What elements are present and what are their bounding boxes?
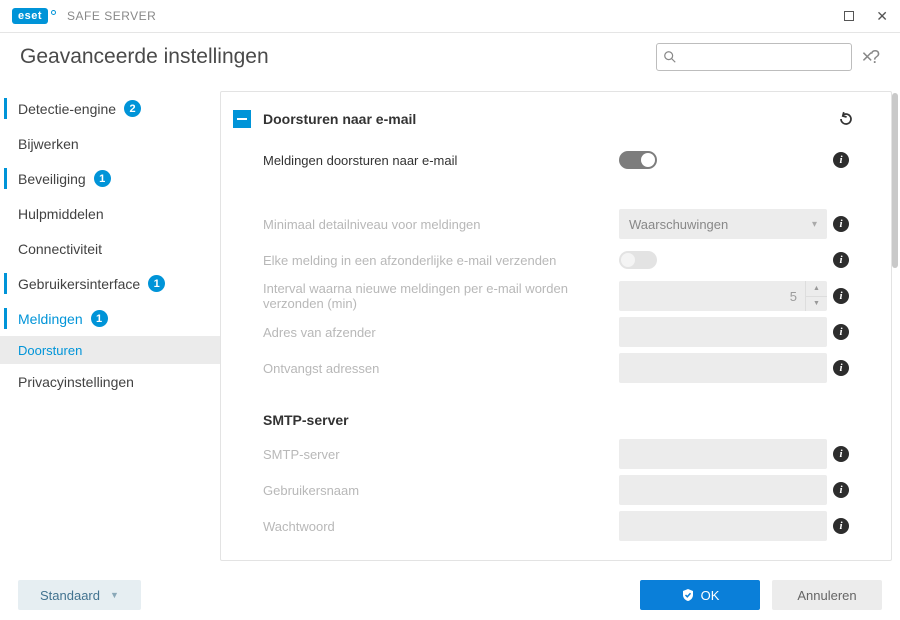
brand-logo: eset SAFE SERVER <box>12 8 156 24</box>
sidebar-item-ui[interactable]: Gebruikersinterface 1 <box>0 266 220 301</box>
setting-label-sender: Adres van afzender <box>263 325 619 340</box>
default-button-label: Standaard <box>40 588 100 603</box>
setting-label-interval: Interval waarna nieuwe meldingen per e-m… <box>263 281 619 311</box>
section-collapse-button[interactable] <box>233 110 251 128</box>
sidebar-item-update[interactable]: Bijwerken <box>0 126 220 161</box>
spinner-down-button[interactable]: ▼ <box>806 297 827 312</box>
spinner-value: 5 <box>619 289 805 304</box>
sidebar: Detectie-engine 2 Bijwerken Beveiliging … <box>0 81 220 571</box>
footer: Standaard ▼ OK Annuleren <box>0 571 900 619</box>
toggle-forward-enable[interactable] <box>619 151 657 169</box>
info-icon[interactable]: i <box>833 288 849 304</box>
chevron-down-icon: ▾ <box>812 219 817 230</box>
input-sender[interactable] <box>619 317 827 347</box>
input-smtp-server[interactable] <box>619 439 827 469</box>
header: Geavanceerde instellingen ✕ ? <box>0 33 900 81</box>
sidebar-badge: 1 <box>94 170 111 187</box>
info-icon[interactable]: i <box>833 360 849 376</box>
info-icon[interactable]: i <box>833 482 849 498</box>
info-icon[interactable]: i <box>833 216 849 232</box>
eset-logo-circle <box>51 10 56 15</box>
product-name: SAFE SERVER <box>67 9 156 23</box>
select-min-verbosity[interactable]: Waarschuwingen ▾ <box>619 209 827 239</box>
chevron-down-icon: ▼ <box>110 590 119 600</box>
smtp-heading: SMTP-server <box>233 412 855 428</box>
input-recipients[interactable] <box>619 353 827 383</box>
sidebar-item-label: Meldingen <box>18 311 83 327</box>
info-icon[interactable]: i <box>833 324 849 340</box>
window-maximize-button[interactable] <box>844 8 854 24</box>
titlebar: eset SAFE SERVER ✕ <box>0 0 900 33</box>
sidebar-item-label: Bijwerken <box>18 136 79 152</box>
search-icon <box>663 50 677 64</box>
sidebar-subitem-forwarding[interactable]: Doorsturen <box>0 336 220 364</box>
search-input[interactable] <box>681 50 857 65</box>
sidebar-item-label: Connectiviteit <box>18 241 102 257</box>
setting-label-smtp-password: Wachtwoord <box>263 519 619 534</box>
maximize-icon <box>844 11 854 21</box>
sidebar-item-label: Hulpmiddelen <box>18 206 104 222</box>
spinner-up-button[interactable]: ▲ <box>806 281 827 297</box>
eset-logo-box: eset <box>12 8 48 24</box>
sidebar-badge: 2 <box>124 100 141 117</box>
default-button[interactable]: Standaard ▼ <box>18 580 141 610</box>
input-smtp-user[interactable] <box>619 475 827 505</box>
minus-icon <box>237 118 247 120</box>
revert-button[interactable] <box>837 110 855 128</box>
sidebar-item-security[interactable]: Beveiliging 1 <box>0 161 220 196</box>
settings-panel: Doorsturen naar e-mail Meldingen doorstu… <box>220 91 892 561</box>
sidebar-item-notifications[interactable]: Meldingen 1 <box>0 301 220 336</box>
info-icon[interactable]: i <box>833 518 849 534</box>
setting-label-separate-email: Elke melding in een afzonderlijke e-mail… <box>263 253 619 268</box>
input-smtp-password[interactable] <box>619 511 827 541</box>
select-value: Waarschuwingen <box>629 217 728 232</box>
cancel-button[interactable]: Annuleren <box>772 580 882 610</box>
toggle-separate-email[interactable] <box>619 251 657 269</box>
sidebar-item-label: Gebruikersinterface <box>18 276 140 292</box>
sidebar-subitem-label: Doorsturen <box>18 343 82 358</box>
info-icon[interactable]: i <box>833 152 849 168</box>
spinner-interval[interactable]: 5 ▲ ▼ <box>619 281 827 311</box>
ok-button[interactable]: OK <box>640 580 760 610</box>
ok-button-label: OK <box>701 588 720 603</box>
sidebar-item-tools[interactable]: Hulpmiddelen <box>0 196 220 231</box>
sidebar-item-label: Beveiliging <box>18 171 86 187</box>
sidebar-item-privacy[interactable]: Privacyinstellingen <box>0 364 220 399</box>
window-close-button[interactable]: ✕ <box>876 11 888 21</box>
sidebar-badge: 1 <box>148 275 165 292</box>
setting-label-smtp-server: SMTP-server <box>263 447 619 462</box>
sidebar-item-label: Privacyinstellingen <box>18 374 134 390</box>
sidebar-item-label: Detectie-engine <box>18 101 116 117</box>
sidebar-item-connectivity[interactable]: Connectiviteit <box>0 231 220 266</box>
sidebar-badge: 1 <box>91 310 108 327</box>
search-box[interactable]: ✕ <box>656 43 852 71</box>
info-icon[interactable]: i <box>833 446 849 462</box>
setting-label-min-verbosity: Minimaal detailniveau voor meldingen <box>263 217 619 232</box>
setting-label-forward-enable: Meldingen doorsturen naar e-mail <box>263 153 619 168</box>
info-icon[interactable]: i <box>833 252 849 268</box>
section-title: Doorsturen naar e-mail <box>263 111 825 127</box>
page-title: Geavanceerde instellingen <box>20 45 644 69</box>
setting-label-smtp-user: Gebruikersnaam <box>263 483 619 498</box>
shield-icon <box>681 588 695 602</box>
scrollbar-thumb[interactable] <box>892 93 898 268</box>
setting-label-recipients: Ontvangst adressen <box>263 361 619 376</box>
help-button[interactable]: ? <box>870 47 880 68</box>
cancel-button-label: Annuleren <box>797 588 856 603</box>
sidebar-item-detection-engine[interactable]: Detectie-engine 2 <box>0 91 220 126</box>
